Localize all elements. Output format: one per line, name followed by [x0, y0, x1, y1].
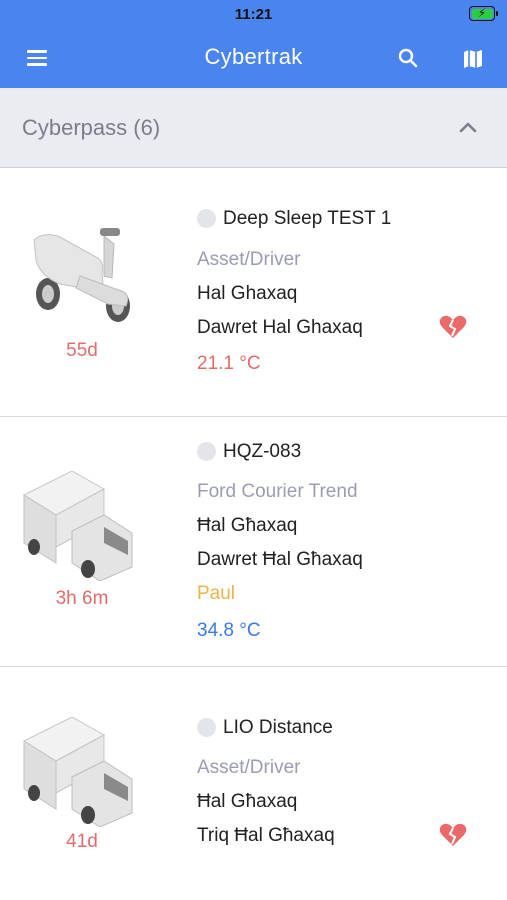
asset-temperature: 21.1 °C — [197, 353, 261, 374]
asset-subtitle: Asset/Driver — [197, 249, 301, 270]
asset-street: Triq Ħal Għaxaq — [197, 825, 335, 846]
truck-icon — [20, 716, 144, 828]
scooter-icon — [20, 214, 144, 324]
asset-card[interactable]: 55d Deep Sleep TEST 1 Asset/Driver Hal G… — [0, 168, 507, 417]
truck-icon — [20, 470, 144, 582]
map-icon[interactable] — [458, 44, 488, 74]
group-label: Cyberpass (6) — [22, 115, 161, 140]
status-dot — [197, 718, 216, 737]
search-icon[interactable] — [394, 44, 424, 74]
asset-name: LIO Distance — [223, 717, 333, 738]
asset-temperature: 34.8 °C — [197, 620, 261, 641]
asset-subtitle: Asset/Driver — [197, 757, 301, 778]
status-dot — [197, 442, 216, 461]
asset-card[interactable]: 41d LIO Distance Asset/Driver Ħal Għaxaq… — [0, 667, 507, 900]
app-bar: Cybertrak — [0, 30, 507, 88]
asset-name: HQZ-083 — [223, 441, 302, 462]
asset-driver: Paul — [197, 583, 236, 604]
last-update-age: 41d — [66, 831, 98, 852]
app-title: Cybertrak — [204, 44, 303, 69]
status-dot — [197, 209, 216, 228]
asset-city: Hal Ghaxaq — [197, 283, 298, 304]
broken-heart-icon — [438, 822, 468, 848]
broken-heart-icon — [438, 314, 468, 340]
asset-street: Dawret Ħal Għaxaq — [197, 549, 363, 570]
asset-card[interactable]: 3h 6m HQZ-083 Ford Courier Trend Ħal Għa… — [0, 417, 507, 667]
asset-city: Ħal Għaxaq — [197, 515, 298, 536]
asset-subtitle: Ford Courier Trend — [197, 481, 358, 502]
last-update-age: 3h 6m — [55, 588, 109, 609]
group-header[interactable]: Cyberpass (6) — [0, 88, 507, 168]
status-bar: 11:21 ⚡ — [0, 0, 507, 30]
asset-city: Ħal Għaxaq — [197, 791, 298, 812]
status-time: 11:21 — [234, 6, 273, 23]
last-update-age: 55d — [66, 340, 98, 361]
battery-charging-icon: ⚡ — [469, 6, 498, 21]
chevron-up-icon[interactable] — [456, 118, 480, 138]
asset-name: Deep Sleep TEST 1 — [223, 208, 392, 229]
asset-street: Dawret Hal Ghaxaq — [197, 317, 363, 338]
